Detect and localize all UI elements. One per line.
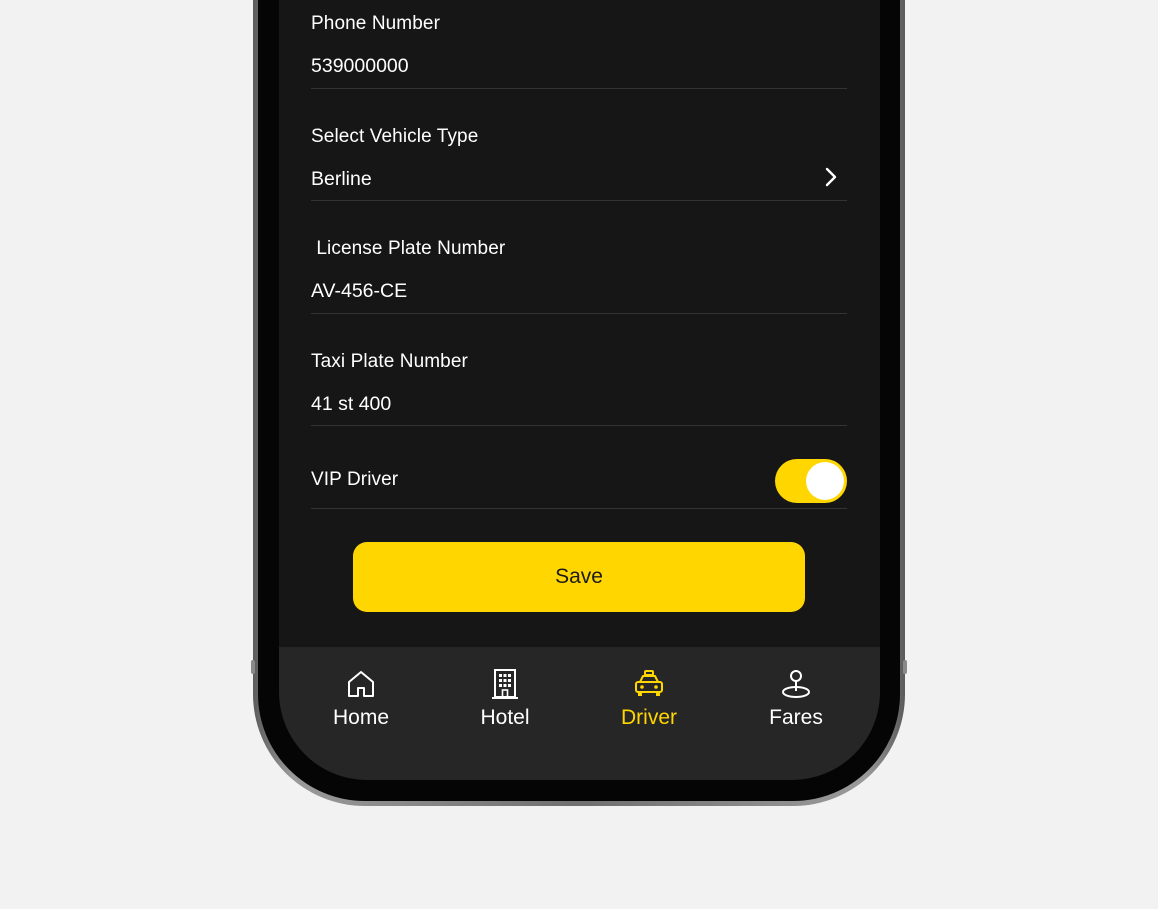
nav-item-hotel[interactable]: Hotel [450,667,560,743]
taxi-plate-field[interactable]: Taxi Plate Number 41 st 400 [311,313,847,426]
home-icon [348,671,374,697]
phone-screen: Phone Number 539000000 Select Vehicle Ty… [279,0,880,780]
taxi-plate-label: Taxi Plate Number [311,351,468,372]
vip-driver-toggle[interactable] [775,459,847,503]
phone-side-button-left [251,660,255,674]
phone-number-value[interactable]: 539000000 [311,55,409,78]
license-plate-field[interactable]: License Plate Number AV-456-CE [311,200,847,314]
vehicle-type-label: Select Vehicle Type [311,126,479,147]
building-icon [492,669,518,699]
toggle-knob [806,462,844,500]
phone-side-button-right [903,660,907,674]
save-button[interactable]: Save [353,542,805,612]
chevron-right-icon[interactable] [823,166,839,188]
vip-driver-label: VIP Driver [311,469,399,490]
nav-label-hotel: Hotel [480,706,530,729]
license-plate-value[interactable]: AV-456-CE [311,280,407,303]
nav-label-home: Home [332,706,390,729]
license-plate-label: License Plate Number [311,238,506,259]
phone-number-label: Phone Number [311,13,440,34]
location-pin-icon [782,670,810,698]
vehicle-type-field[interactable]: Select Vehicle Type Berline [311,88,847,201]
nav-item-driver[interactable]: Driver [594,667,704,743]
page-stage: Phone Number 539000000 Select Vehicle Ty… [0,0,1158,909]
nav-label-driver: Driver [621,706,677,729]
vehicle-type-value[interactable]: Berline [311,168,372,191]
taxi-plate-value[interactable]: 41 st 400 [311,393,391,416]
bottom-nav: Home Hotel Driver Fares [279,647,880,780]
taxi-icon [635,670,663,696]
phone-number-field[interactable]: Phone Number 539000000 [311,0,847,89]
nav-label-fares: Fares [769,706,823,729]
nav-item-fares[interactable]: Fares [741,667,851,743]
nav-item-home[interactable]: Home [306,667,416,743]
vip-driver-row: VIP Driver [311,425,847,509]
